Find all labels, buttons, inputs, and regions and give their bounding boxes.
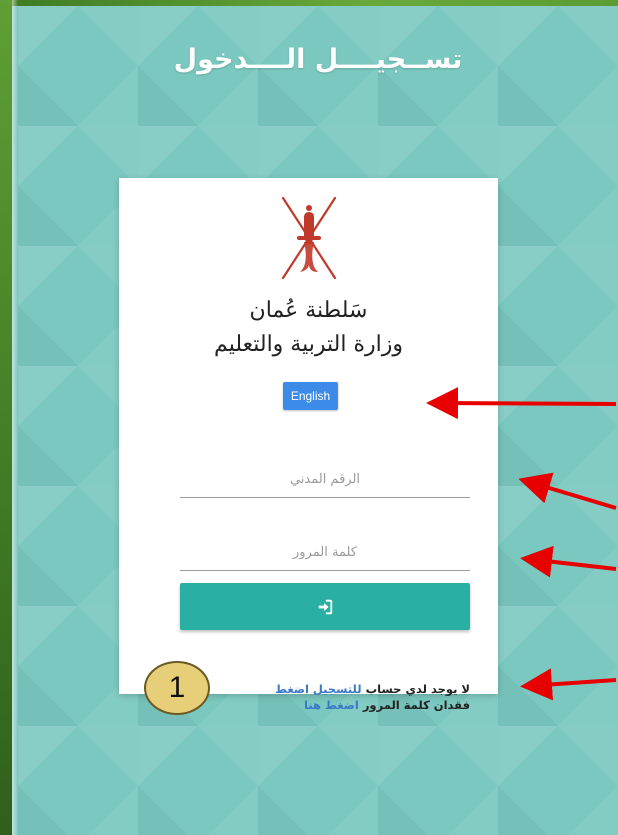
register-row: لا يوجد لدي حساب للتسجيل اضغط: [275, 681, 470, 697]
register-link[interactable]: للتسجيل اضغط: [275, 682, 362, 696]
left-border: [0, 0, 18, 835]
english-language-button[interactable]: English: [283, 382, 338, 410]
login-card: سَلطنة عُمان وزارة التربية والتعليم Engl…: [119, 178, 498, 712]
ministry-name-line2: وزارة التربية والتعليم: [214, 332, 403, 357]
forgot-password-row: فقدان كلمة المرور اضغط هنا: [275, 697, 470, 713]
sign-in-icon: [318, 599, 333, 614]
civil-id-input[interactable]: [180, 461, 470, 498]
page-title: تســجيــــل الــــدخول: [173, 44, 463, 75]
oman-emblem-icon: [281, 196, 337, 280]
login-button[interactable]: [180, 583, 470, 630]
ministry-name-line1: سَلطنة عُمان: [249, 298, 368, 323]
account-links: لا يوجد لدي حساب للتسجيل اضغط فقدان كلمة…: [275, 681, 470, 713]
password-input[interactable]: [180, 534, 470, 571]
annotation-badge: 1: [144, 661, 210, 715]
forgot-password-link[interactable]: اضغط هنا: [304, 698, 359, 712]
no-account-text: لا يوجد لدي حساب: [365, 682, 470, 696]
forgot-password-text: فقدان كلمة المرور: [362, 698, 470, 712]
